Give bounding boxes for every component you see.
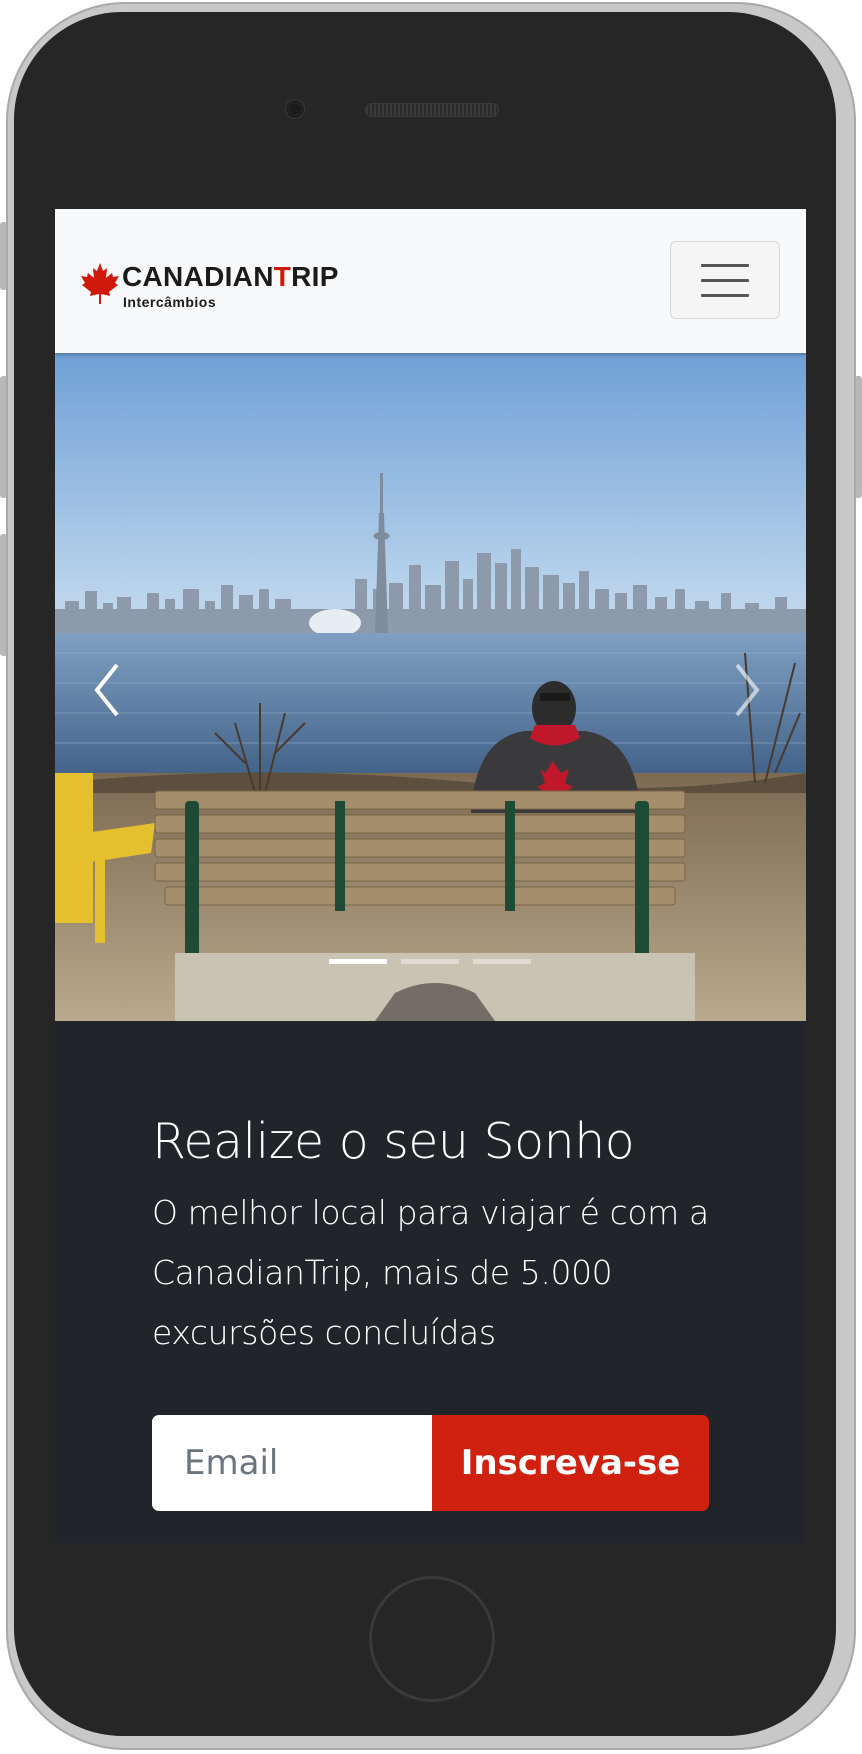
device-mockup: CANADIANTRIP Intercâmbios Realize o seu … [0,0,862,1754]
signup-form: Inscreva-se [152,1415,709,1511]
chevron-left-icon [94,663,119,717]
carousel-indicator-2[interactable] [401,959,459,964]
hero-carousel[interactable] [55,353,806,1021]
carousel-indicator-3[interactable] [473,959,531,964]
signup-button[interactable]: Inscreva-se [432,1415,709,1511]
carousel-slide-image [55,353,806,1021]
hamburger-menu-icon [701,264,749,267]
navbar-toggler-button[interactable] [670,241,780,319]
carousel-indicator-1[interactable] [329,959,387,964]
brand-subtitle: Intercâmbios [123,294,217,310]
navbar: CANADIANTRIP Intercâmbios [55,209,806,353]
brand-logo[interactable]: CANADIANTRIP Intercâmbios [80,261,360,311]
carousel-indicators [329,959,539,969]
maple-leaf-icon [81,263,119,304]
hero-title: Realize o seu Sonho [152,1113,635,1170]
phone-screen: CANADIANTRIP Intercâmbios Realize o seu … [55,209,806,1543]
email-input[interactable] [152,1415,432,1511]
carousel-next-control[interactable] [719,643,779,733]
hero-lead-text: O melhor local para viajar é com a Canad… [152,1193,709,1352]
earpiece-speaker [366,104,498,116]
brand-name: CANADIANTRIP [122,261,339,292]
front-camera [286,100,304,118]
carousel-prev-control[interactable] [75,643,135,733]
chevron-right-icon [735,663,760,717]
home-button [369,1576,495,1702]
